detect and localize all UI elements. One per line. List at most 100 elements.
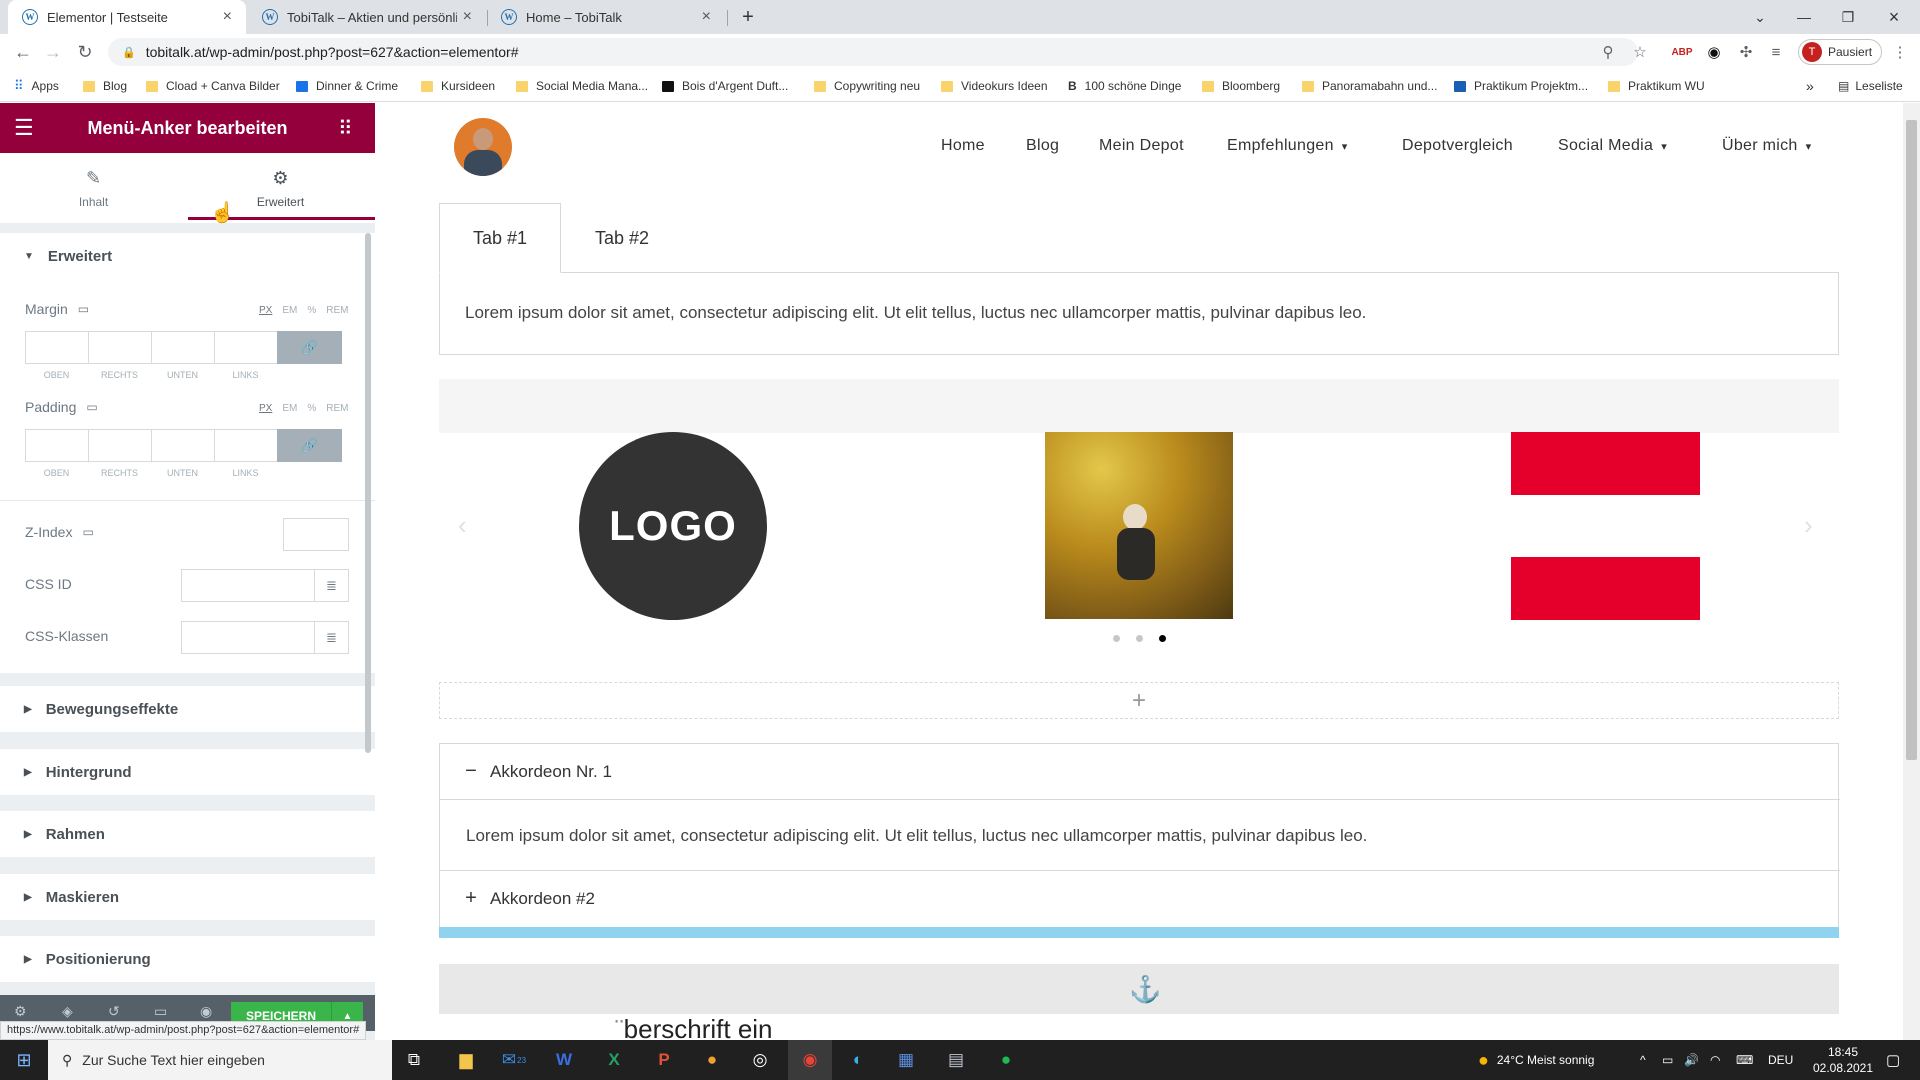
bookmark-item[interactable]: Blog (83, 70, 127, 102)
nav-ueber-mich[interactable]: Über mich ▾ (1722, 124, 1811, 168)
chrome-icon[interactable]: ◉ (788, 1040, 832, 1080)
menu-anchor-selected-bar[interactable] (439, 927, 1839, 938)
carousel-dot-2[interactable] (1136, 635, 1143, 642)
desktop-icon[interactable]: ▭ (86, 400, 97, 414)
margin-bottom-input[interactable] (151, 331, 214, 364)
wifi-icon[interactable]: ◠ (1710, 1040, 1720, 1080)
close-tab-icon[interactable]: × (223, 8, 232, 26)
nav-empfehlungen[interactable]: Empfehlungen ▾ (1227, 124, 1348, 168)
accordion-item-1[interactable]: − Akkordeon Nr. 1 (440, 744, 1840, 800)
bookmark-item[interactable]: Videokurs Ideen (941, 70, 1048, 102)
profile-button[interactable]: T Pausiert (1798, 39, 1882, 65)
clock[interactable]: 18:45 02.08.2021 (1808, 1042, 1878, 1078)
obs-icon[interactable]: ◎ (738, 1040, 782, 1080)
carousel-next-icon[interactable]: › (1804, 510, 1813, 541)
bookmark-item[interactable]: Kursideen (421, 70, 495, 102)
bookmark-item[interactable]: Praktikum WU (1608, 70, 1705, 102)
unit-rem[interactable]: REM (326, 305, 348, 316)
browser-tab-home[interactable]: W Home – TobiTalk × (487, 0, 725, 34)
accordion-item-2[interactable]: + Akkordeon #2 (440, 870, 1840, 926)
excel-icon[interactable]: X (592, 1040, 636, 1080)
nav-home[interactable]: Home (941, 124, 985, 168)
margin-right-input[interactable] (88, 331, 151, 364)
browser-tab-tobitalk[interactable]: W TobiTalk – Aktien und persönliche × (248, 0, 486, 34)
dynamic-tags-icon[interactable]: ≣ (315, 569, 349, 602)
bookmark-item[interactable]: Cload + Canva Bilder (146, 70, 280, 102)
grammarly-icon[interactable]: ◉ (1700, 34, 1728, 70)
spotify-icon[interactable]: ● (984, 1040, 1028, 1080)
bookmark-item[interactable]: Praktikum Projektm... (1454, 70, 1588, 102)
add-section-button[interactable]: + (439, 682, 1839, 719)
tab-content[interactable]: ✎ Inhalt (0, 153, 187, 223)
section-header-motion[interactable]: ▶ Bewegungseffekte (0, 686, 375, 732)
back-arrow-icon[interactable]: ← (8, 34, 38, 70)
browser-tab-elementor[interactable]: W Elementor | Testseite × (8, 0, 246, 34)
windows-start-icon[interactable]: ⊞ (2, 1040, 46, 1080)
anchor-placeholder[interactable]: ⚓ (439, 964, 1839, 1014)
desktop-icon[interactable]: ▭ (82, 525, 93, 539)
app-icon[interactable]: ● (690, 1040, 734, 1080)
settings-gear-icon[interactable]: ⚙ (14, 1003, 27, 1020)
adblock-icon[interactable]: ABP (1668, 34, 1696, 70)
forward-arrow-icon[interactable]: → (38, 34, 68, 70)
more-bookmarks-button[interactable]: » (1806, 70, 1814, 102)
padding-bottom-input[interactable] (151, 429, 214, 462)
section-header-background[interactable]: ▶ Hintergrund (0, 749, 375, 795)
section-header-mask[interactable]: ▶ Maskieren (0, 874, 375, 920)
powerpoint-icon[interactable]: P (642, 1040, 686, 1080)
panel-scrollbar[interactable] (365, 233, 371, 753)
unit-percent[interactable]: % (307, 305, 316, 316)
section-header-positioning[interactable]: ▶ Positionierung (0, 936, 375, 982)
app-icon[interactable]: ▦ (884, 1040, 928, 1080)
close-tab-icon[interactable]: × (463, 8, 472, 26)
unit-em[interactable]: EM (282, 403, 297, 414)
bookmark-apps[interactable]: ⠿ Apps (14, 70, 59, 102)
reload-icon[interactable]: ↻ (70, 34, 100, 70)
margin-top-input[interactable] (25, 331, 88, 364)
desktop-icon[interactable]: ▭ (78, 302, 89, 316)
link-values-icon[interactable]: 🔗 (277, 331, 342, 364)
link-values-icon[interactable]: 🔗 (277, 429, 342, 462)
extensions-puzzle-icon[interactable]: ✣ (1732, 34, 1760, 70)
tab-2[interactable]: Tab #2 (561, 203, 683, 273)
edge-icon[interactable]: ◐ (836, 1040, 880, 1080)
carousel-prev-icon[interactable]: ‹ (458, 510, 467, 541)
cssid-input[interactable] (181, 569, 315, 602)
responsive-icon[interactable]: ▭ (154, 1003, 167, 1020)
bookmark-item[interactable]: Bois d'Argent Duft... (662, 70, 788, 102)
tab-1[interactable]: Tab #1 (439, 203, 561, 273)
hamburger-menu-icon[interactable]: ☰ (14, 115, 34, 141)
new-tab-button[interactable]: + (726, 0, 770, 34)
bookmark-item[interactable]: Panoramabahn und... (1302, 70, 1437, 102)
unit-em[interactable]: EM (282, 305, 297, 316)
restore-icon[interactable]: ❐ (1826, 0, 1870, 34)
dynamic-tags-icon[interactable]: ≣ (315, 621, 349, 654)
bookmark-item[interactable]: Dinner & Crime (296, 70, 398, 102)
task-view-icon[interactable]: ⧉ (392, 1040, 436, 1080)
unit-px[interactable]: PX (259, 403, 272, 414)
notifications-icon[interactable]: ▢ (1886, 1040, 1900, 1080)
tray-expand-icon[interactable]: ^ (1640, 1040, 1646, 1080)
file-explorer-icon[interactable]: ▆ (444, 1040, 488, 1080)
language-indicator[interactable]: DEU (1768, 1040, 1793, 1080)
minimize-icon[interactable]: — (1782, 0, 1826, 34)
carousel-dot-3-active[interactable] (1159, 635, 1166, 642)
battery-icon[interactable]: ▭ (1662, 1040, 1673, 1080)
taskbar-search[interactable]: ⚲ Zur Suche Text hier eingeben (48, 1040, 392, 1080)
unit-px[interactable]: PX (259, 305, 272, 316)
bookmark-item[interactable]: Copywriting neu (814, 70, 920, 102)
weather-widget[interactable]: ● 24°C Meist sonnig (1478, 1040, 1594, 1080)
carousel-dot-1[interactable] (1113, 635, 1120, 642)
zoom-icon[interactable]: ⚲ (1594, 34, 1622, 70)
zindex-input[interactable] (283, 518, 349, 551)
close-tab-icon[interactable]: × (702, 8, 711, 26)
nav-depotvergleich[interactable]: Depotvergleich (1402, 124, 1513, 168)
section-header-border[interactable]: ▶ Rahmen (0, 811, 375, 857)
cssclass-input[interactable] (181, 621, 315, 654)
bookmark-item[interactable]: Bloomberg (1202, 70, 1280, 102)
padding-left-input[interactable] (214, 429, 277, 462)
logo-placeholder-image[interactable]: LOGO (579, 432, 767, 620)
history-icon[interactable]: ↺ (108, 1003, 120, 1020)
media-queue-icon[interactable]: ≡ (1762, 34, 1790, 70)
preview-eye-icon[interactable]: ◉ (200, 1003, 212, 1020)
